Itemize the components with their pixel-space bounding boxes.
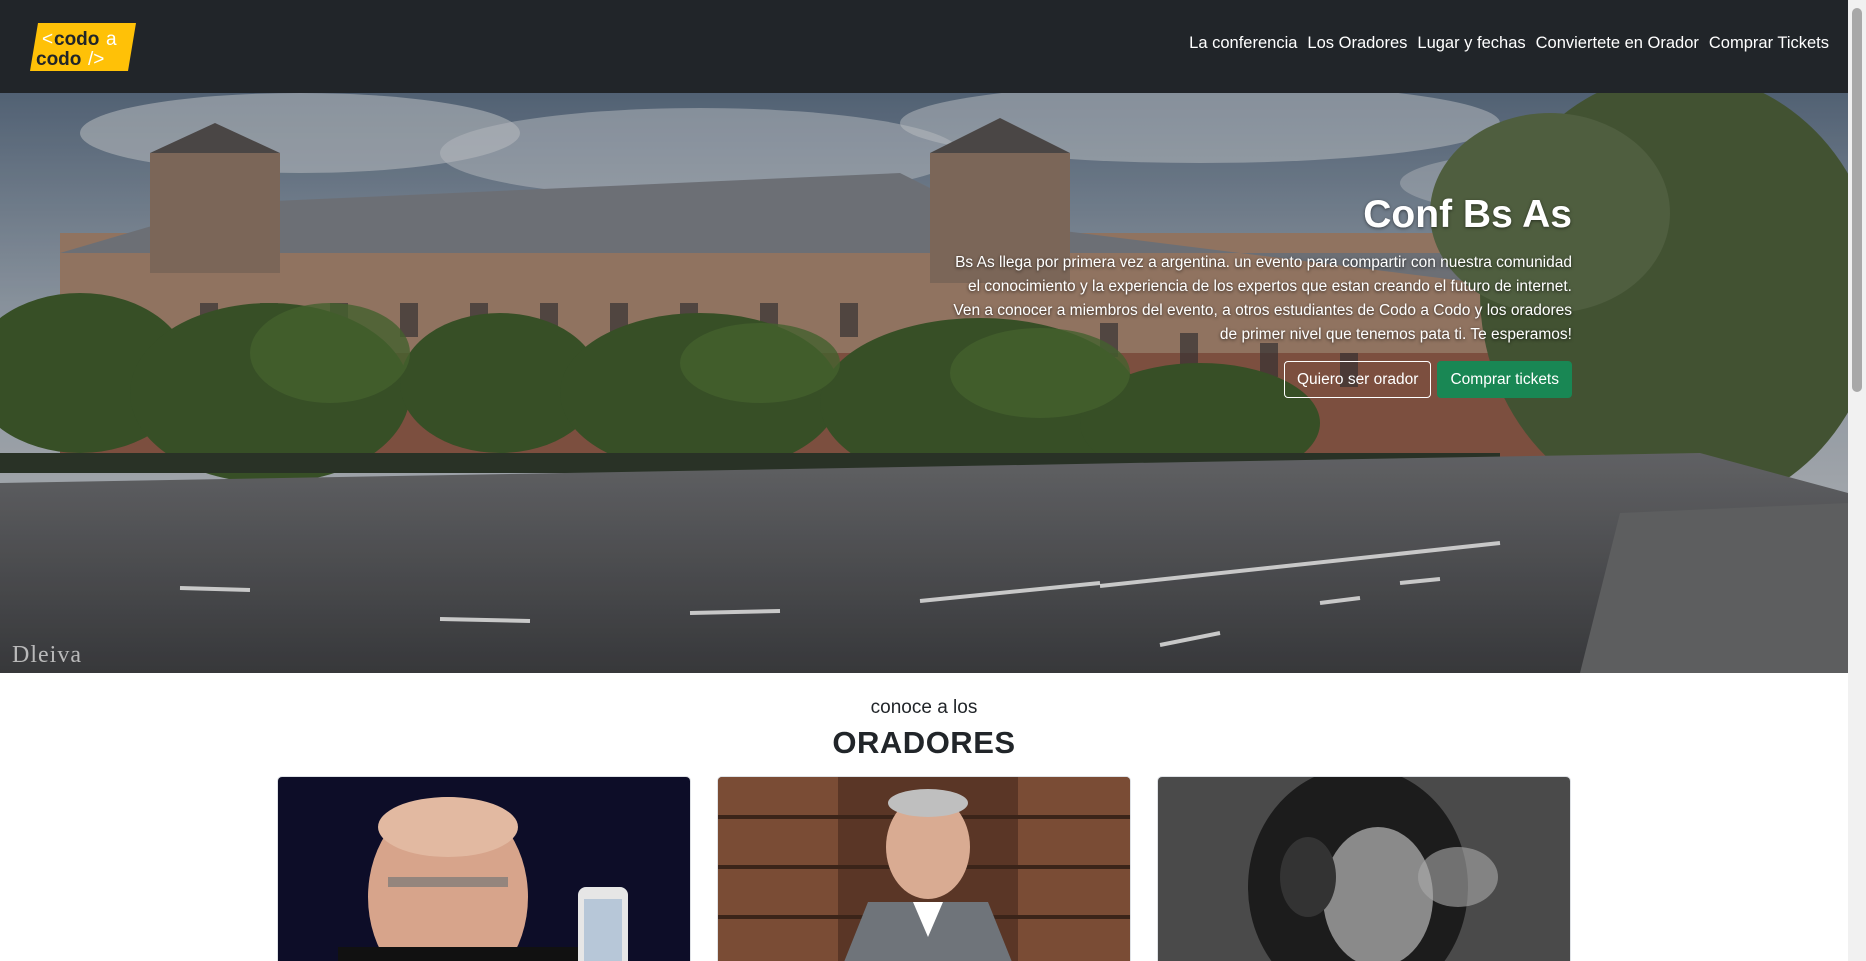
svg-text:codo: codo bbox=[36, 49, 81, 70]
nav-link-oradores[interactable]: Los Oradores bbox=[1302, 34, 1412, 53]
nav-links: La conferencia Los Oradores Lugar y fech… bbox=[1184, 34, 1834, 53]
speaker-card bbox=[717, 776, 1131, 961]
navbar: < codo a codo /> La conferencia Los Orad… bbox=[0, 0, 1848, 93]
speaker-photo bbox=[278, 777, 690, 961]
hero-description-line: Ven a conocer a miembros del evento, a o… bbox=[953, 302, 1572, 319]
speaker-cards bbox=[277, 776, 1571, 961]
hero-description-line: de primer nivel que tenemos pata ti. Te … bbox=[1219, 326, 1572, 343]
hero-buttons: Quiero ser orador Comprar tickets bbox=[872, 361, 1572, 398]
page-scrollbar[interactable] bbox=[1848, 0, 1866, 961]
hero-section: Conf Bs As Bs As llega por primera vez a… bbox=[0, 93, 1848, 673]
speakers-section: conoce a los ORADORES bbox=[0, 673, 1848, 961]
speaker-photo bbox=[718, 777, 1130, 961]
speaker-card bbox=[277, 776, 691, 961]
brand-logo[interactable]: < codo a codo /> bbox=[30, 21, 138, 73]
buy-tickets-button[interactable]: Comprar tickets bbox=[1437, 361, 1572, 398]
nav-link-conferencia[interactable]: La conferencia bbox=[1184, 34, 1302, 53]
svg-text:a: a bbox=[106, 29, 117, 50]
speakers-title: ORADORES bbox=[832, 725, 1016, 760]
hero-title: Conf Bs As bbox=[1363, 193, 1572, 236]
nav-link-conviertete-orador[interactable]: Conviertete en Orador bbox=[1531, 34, 1704, 53]
hero-description-line: Bs As llega por primera vez a argentina.… bbox=[955, 254, 1572, 271]
svg-text:codo: codo bbox=[54, 29, 99, 50]
speaker-photo bbox=[1158, 777, 1570, 961]
become-speaker-button[interactable]: Quiero ser orador bbox=[1283, 361, 1432, 398]
nav-link-lugar-fechas[interactable]: Lugar y fechas bbox=[1412, 34, 1530, 53]
nav-link-comprar-tickets[interactable]: Comprar Tickets bbox=[1704, 34, 1834, 53]
scrollbar-thumb[interactable] bbox=[1852, 8, 1862, 392]
speakers-subtitle: conoce a los bbox=[870, 697, 978, 718]
photo-watermark: Dleiva bbox=[12, 642, 82, 668]
hero-description: Bs As llega por primera vez a argentina.… bbox=[872, 251, 1572, 347]
svg-text:<: < bbox=[42, 29, 53, 50]
speaker-card bbox=[1157, 776, 1571, 961]
hero-description-line: el conocimiento y la experiencia de los … bbox=[967, 278, 1572, 295]
svg-text:/>: /> bbox=[88, 49, 104, 70]
hero-content: Conf Bs As Bs As llega por primera vez a… bbox=[872, 193, 1572, 398]
